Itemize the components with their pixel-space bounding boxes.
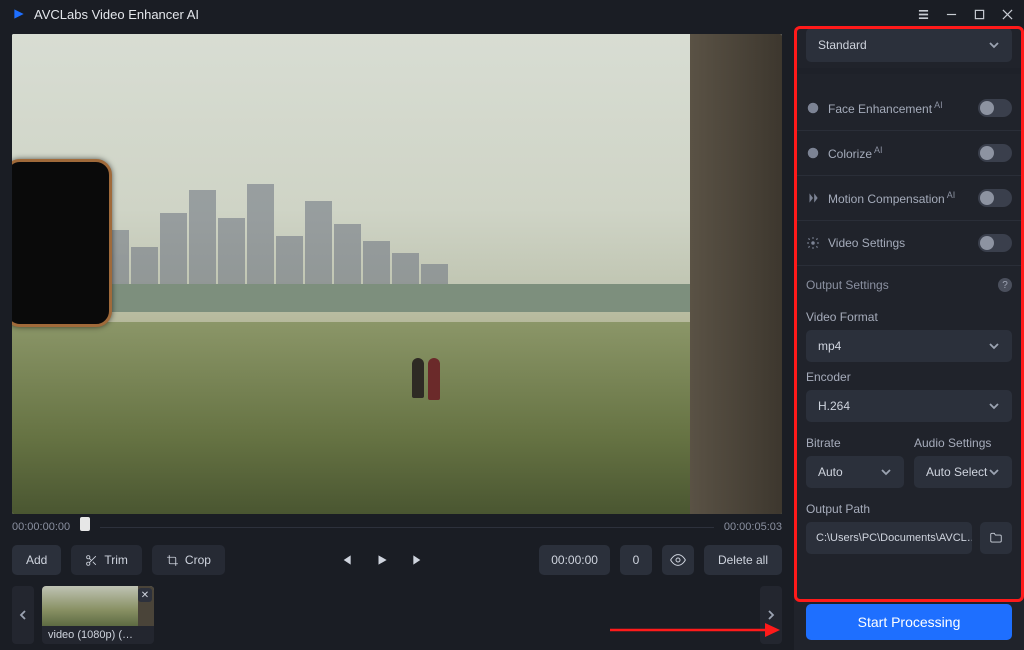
colorize-setting: ColorizeAI xyxy=(806,131,1012,175)
play-button[interactable] xyxy=(372,553,392,567)
motion-icon xyxy=(806,191,820,205)
chevron-down-icon xyxy=(988,340,1000,352)
video-settings-toggle[interactable] xyxy=(978,234,1012,252)
help-icon[interactable]: ? xyxy=(998,278,1012,292)
start-processing-button[interactable]: Start Processing xyxy=(806,604,1012,640)
gear-icon xyxy=(806,236,820,250)
eye-icon xyxy=(670,552,686,568)
preview-toggle-button[interactable] xyxy=(662,545,694,575)
encoder-dropdown[interactable]: H.264 xyxy=(806,390,1012,422)
clip-thumbnail[interactable]: ✕ video (1080p) (… xyxy=(42,586,154,644)
timeline-ruler[interactable]: 00:00:00:00 00:00:05:03 xyxy=(0,514,794,540)
face-icon xyxy=(806,101,820,115)
audio-settings-label: Audio Settings xyxy=(914,436,1012,450)
audio-settings-dropdown[interactable]: Auto Select xyxy=(914,456,1012,488)
face-enhancement-toggle[interactable] xyxy=(978,99,1012,117)
maximize-button[interactable] xyxy=(966,2,992,26)
colorize-toggle[interactable] xyxy=(978,144,1012,162)
clip-label: video (1080p) (… xyxy=(42,626,154,644)
hamburger-menu-icon[interactable] xyxy=(910,2,936,26)
add-button[interactable]: Add xyxy=(12,545,61,575)
face-enhancement-setting: Face EnhancementAI xyxy=(806,86,1012,130)
prev-frame-button[interactable] xyxy=(336,553,356,567)
titlebar: AVCLabs Video Enhancer AI xyxy=(0,0,1024,28)
settings-panel: Standard Face EnhancementAI ColorizeAI xyxy=(794,28,1024,650)
chevron-down-icon xyxy=(988,466,1000,478)
chevron-down-icon xyxy=(880,466,892,478)
crop-button[interactable]: Crop xyxy=(152,545,225,575)
clip-remove-button[interactable]: ✕ xyxy=(138,588,152,602)
clip-strip-next[interactable] xyxy=(760,586,782,644)
app-logo-icon xyxy=(12,7,26,21)
delete-all-button[interactable]: Delete all xyxy=(704,545,782,575)
bitrate-label: Bitrate xyxy=(806,436,904,450)
chevron-down-icon xyxy=(988,39,1000,51)
frame-index-display[interactable]: 0 xyxy=(620,545,652,575)
motion-compensation-setting: Motion CompensationAI xyxy=(806,176,1012,220)
timeline-start: 00:00:00:00 xyxy=(12,521,70,533)
video-format-label: Video Format xyxy=(806,310,1012,324)
app-title: AVCLabs Video Enhancer AI xyxy=(34,7,199,22)
output-path-label: Output Path xyxy=(806,502,1012,516)
minimize-button[interactable] xyxy=(938,2,964,26)
timecode-display[interactable]: 00:00:00 xyxy=(539,545,610,575)
video-format-dropdown[interactable]: mp4 xyxy=(806,330,1012,362)
chevron-down-icon xyxy=(988,400,1000,412)
video-settings-row: Video Settings xyxy=(806,221,1012,265)
crop-icon xyxy=(166,554,179,567)
output-path-field[interactable]: C:\Users\PC\Documents\AVCL… xyxy=(806,522,972,554)
video-preview[interactable] xyxy=(0,28,794,514)
output-settings-header: Output Settings xyxy=(806,278,889,292)
folder-icon xyxy=(989,531,1003,545)
encoder-label: Encoder xyxy=(806,370,1012,384)
palette-icon xyxy=(806,146,820,160)
motion-compensation-toggle[interactable] xyxy=(978,189,1012,207)
trim-button[interactable]: Trim xyxy=(71,545,142,575)
bitrate-dropdown[interactable]: Auto xyxy=(806,456,904,488)
clip-strip-prev[interactable] xyxy=(12,586,34,644)
preset-dropdown[interactable]: Standard xyxy=(806,28,1012,62)
scissors-icon xyxy=(85,554,98,567)
playhead-marker[interactable] xyxy=(80,517,90,531)
browse-folder-button[interactable] xyxy=(980,522,1012,554)
next-frame-button[interactable] xyxy=(408,553,428,567)
close-button[interactable] xyxy=(994,2,1020,26)
timeline-end: 00:00:05:03 xyxy=(724,521,782,533)
